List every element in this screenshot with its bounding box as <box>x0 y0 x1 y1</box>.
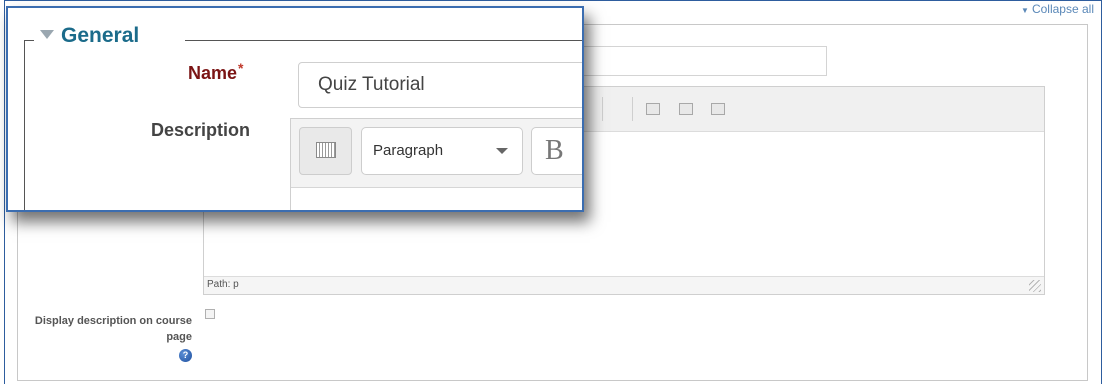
keyboard-icon <box>316 142 336 158</box>
bold-icon: B <box>545 135 564 166</box>
fieldset-border <box>185 40 582 41</box>
zoom-callout: General Name* Description Paragraph B <box>6 6 584 212</box>
name-input-background[interactable] <box>575 46 827 76</box>
section-header-general[interactable]: General <box>40 24 139 48</box>
resize-grip-icon[interactable] <box>1029 280 1041 292</box>
insert-media-icon[interactable] <box>679 103 693 115</box>
help-icon[interactable]: ? <box>179 349 192 362</box>
section-title: General <box>61 24 140 47</box>
editor-path-text: Path: p <box>207 279 239 290</box>
display-description-checkbox[interactable] <box>205 309 215 319</box>
insert-image-icon[interactable] <box>646 103 660 115</box>
description-editor[interactable]: Paragraph B <box>290 118 582 210</box>
fieldset-border <box>24 40 34 41</box>
editor-toolbar: Paragraph B <box>291 119 582 188</box>
expand-triangle-icon <box>40 30 54 39</box>
bold-button[interactable]: B <box>531 127 582 175</box>
display-description-label: Display description on course page <box>34 315 192 343</box>
collapse-triangle-icon: ▼ <box>1021 6 1029 15</box>
paragraph-format-select[interactable]: Paragraph <box>361 127 523 175</box>
collapse-all-label: Collapse all <box>1031 2 1094 16</box>
toolbar-toggle-button[interactable] <box>299 127 352 175</box>
toolbar-separator <box>602 97 603 121</box>
paragraph-format-value: Paragraph <box>373 142 444 159</box>
name-label: Name* <box>188 60 243 84</box>
name-label-text: Name <box>188 63 238 83</box>
chevron-down-icon <box>496 148 508 154</box>
editor-path-bar: Path: p <box>204 276 1044 294</box>
name-input[interactable] <box>298 62 582 108</box>
required-asterisk-icon: * <box>238 60 244 76</box>
description-label: Description <box>151 120 251 140</box>
manage-files-icon[interactable] <box>711 103 725 115</box>
toolbar-separator <box>632 97 633 121</box>
collapse-all-link[interactable]: ▼ Collapse all <box>1021 2 1094 16</box>
fieldset-border <box>24 40 25 210</box>
